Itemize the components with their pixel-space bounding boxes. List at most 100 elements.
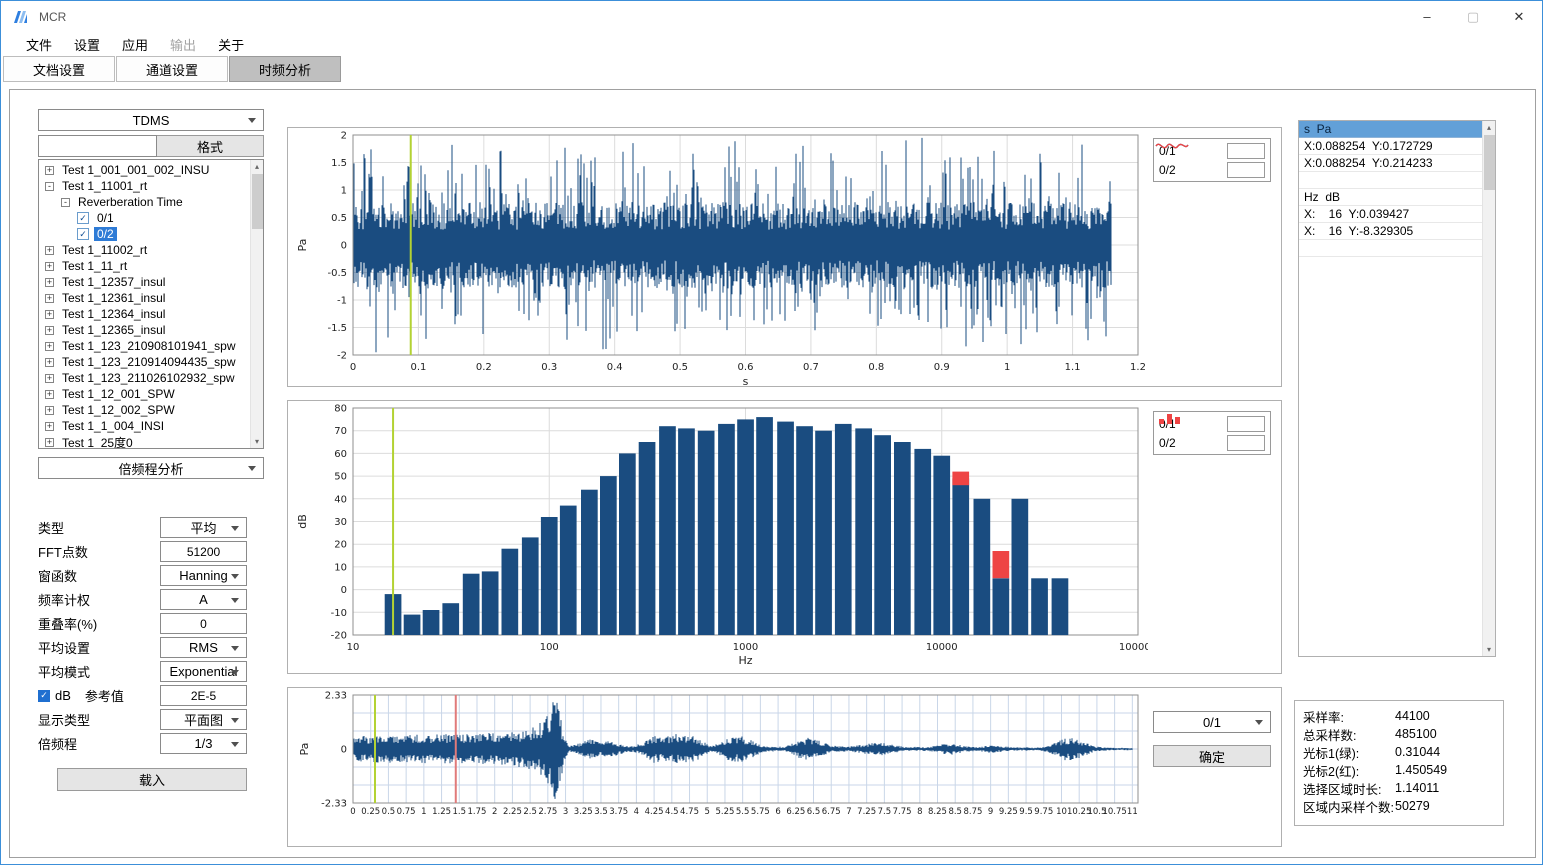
overview-channel-select-value: 0/1 [1203, 715, 1221, 730]
tree-item[interactable]: +Test 1_123_211026102932_spw [39, 370, 250, 386]
tree-item[interactable]: +Test 1_12365_insul [39, 322, 250, 338]
spectrum-bar-ch2 [993, 551, 1010, 578]
tree-scrollbar[interactable]: ▴ ▾ [250, 160, 263, 448]
db-checkbox[interactable]: ✓ [38, 690, 50, 702]
spectrum-bar [463, 574, 480, 635]
svg-text:3.5: 3.5 [594, 807, 608, 817]
display-type-select[interactable]: 平面图 [160, 709, 247, 730]
legend-label: 0/2 [1159, 436, 1176, 450]
tree-item[interactable]: +Test 1_25度0 [39, 434, 250, 449]
tree-scrollbar-thumb[interactable] [252, 174, 263, 229]
expand-plus-icon[interactable]: + [45, 406, 54, 415]
filter-input[interactable] [38, 135, 157, 157]
display-type-select-value: 平面图 [184, 710, 223, 729]
menu-item-apply[interactable]: 应用 [111, 33, 159, 56]
expand-plus-icon[interactable]: + [45, 342, 54, 351]
reference-value-input[interactable] [160, 685, 247, 706]
octave-spectrum-chart[interactable]: 1010010001000010000080706050403020100-10… [288, 401, 1148, 671]
tab-document-settings[interactable]: 文档设置 [3, 56, 115, 82]
menu-item-about[interactable]: 关于 [207, 33, 255, 56]
menu-item-settings[interactable]: 设置 [63, 33, 111, 56]
expand-plus-icon[interactable]: + [45, 358, 54, 367]
scroll-up-icon[interactable]: ▴ [251, 160, 263, 173]
overview-waveform-chart[interactable]: 00.250.50.7511.251.51.7522.252.52.7533.2… [288, 688, 1148, 828]
maximize-button[interactable]: ▢ [1450, 1, 1496, 32]
tree-item[interactable]: +Test 1_1_004_INSI [39, 418, 250, 434]
overlap-input[interactable] [160, 613, 247, 634]
format-button[interactable]: 格式 [157, 135, 264, 157]
tree-item[interactable]: +Test 1_11002_rt [39, 242, 250, 258]
overview-channel-select[interactable]: 0/1 [1153, 711, 1271, 733]
cursor-values-header: s Pa [1299, 121, 1482, 138]
tree-item[interactable]: ✓0/1 [39, 210, 250, 226]
info-label: 光标1(绿): [1303, 743, 1395, 762]
tree-item[interactable]: +Test 1_001_001_002_INSU [39, 162, 250, 178]
expand-plus-icon[interactable]: + [45, 166, 54, 175]
collapse-minus-icon[interactable]: - [61, 198, 70, 207]
tree-checkbox[interactable]: ✓ [77, 212, 89, 224]
info-label: 采样率: [1303, 707, 1395, 726]
info-row: 采样率:44100 [1303, 707, 1495, 725]
analysis-type-select[interactable]: 倍频程分析 [38, 457, 264, 479]
window-function-select[interactable]: Hanning [160, 565, 247, 586]
svg-text:10.75: 10.75 [1102, 807, 1126, 817]
scroll-down-icon[interactable]: ▾ [251, 435, 263, 448]
confirm-button[interactable]: 确定 [1153, 745, 1271, 767]
frequency-weighting-label: 频率计权 [38, 590, 90, 609]
svg-text:Pa: Pa [298, 743, 311, 756]
expand-plus-icon[interactable]: + [45, 246, 54, 255]
tree-checkbox[interactable]: ✓ [77, 228, 89, 240]
menu-bar: 文件设置应用输出关于 [1, 33, 1542, 56]
tree-item[interactable]: ✓0/2 [39, 226, 250, 242]
tree-item[interactable]: +Test 1_12364_insul [39, 306, 250, 322]
expand-plus-icon[interactable]: + [45, 294, 54, 303]
info-value: 1.14011 [1395, 781, 1439, 795]
close-button[interactable]: ✕ [1496, 1, 1542, 32]
average-setting-select[interactable]: RMS [160, 637, 247, 658]
info-label: 总采样数: [1303, 725, 1395, 744]
tree-item[interactable]: +Test 1_123_210914094435_spw [39, 354, 250, 370]
expand-plus-icon[interactable]: + [45, 278, 54, 287]
svg-text:0.9: 0.9 [934, 362, 950, 373]
cursor-scrollbar-thumb[interactable] [1484, 135, 1495, 190]
cursor-panel-scrollbar[interactable]: ▴ ▾ [1482, 121, 1495, 656]
expand-plus-icon[interactable]: + [45, 326, 54, 335]
tree-item[interactable]: +Test 1_12361_insul [39, 290, 250, 306]
expand-plus-icon[interactable]: + [45, 438, 54, 447]
tree-item[interactable]: +Test 1_12357_insul [39, 274, 250, 290]
tree-item[interactable]: -Test 1_11001_rt [39, 178, 250, 194]
expand-plus-icon[interactable]: + [45, 422, 54, 431]
load-button[interactable]: 载入 [57, 768, 247, 791]
file-format-select[interactable]: TDMS [38, 109, 264, 131]
tree-item[interactable]: +Test 1_12_002_SPW [39, 402, 250, 418]
time-waveform-chart[interactable]: 00.10.20.30.40.50.60.70.80.911.11.221.51… [288, 128, 1148, 386]
info-row: 光标2(红):1.450549 [1303, 761, 1495, 779]
tree-item[interactable]: +Test 1_11_rt [39, 258, 250, 274]
type-select[interactable]: 平均 [160, 517, 247, 538]
tab-time-frequency-analysis[interactable]: 时频分析 [229, 56, 341, 82]
expand-plus-icon[interactable]: + [45, 374, 54, 383]
frequency-weighting-select[interactable]: A [160, 589, 247, 610]
svg-text:0.2: 0.2 [476, 362, 492, 373]
legend-item[interactable]: 0/2 [1159, 433, 1265, 452]
svg-text:80: 80 [334, 404, 347, 415]
scroll-up-icon[interactable]: ▴ [1483, 121, 1495, 134]
window-title: MCR [39, 10, 66, 24]
fft-points-input[interactable] [160, 541, 247, 562]
svg-text:2: 2 [341, 131, 347, 142]
tab-channel-settings[interactable]: 通道设置 [116, 56, 228, 82]
legend-item[interactable]: 0/2 [1159, 160, 1265, 179]
octave-select[interactable]: 1/3 [160, 733, 247, 754]
expand-plus-icon[interactable]: + [45, 262, 54, 271]
minimize-button[interactable]: – [1404, 1, 1450, 32]
expand-plus-icon[interactable]: + [45, 390, 54, 399]
collapse-minus-icon[interactable]: - [45, 182, 54, 191]
average-mode-select[interactable]: Exponential [160, 661, 247, 682]
scroll-down-icon[interactable]: ▾ [1483, 643, 1495, 656]
menu-item-file[interactable]: 文件 [15, 33, 63, 56]
tree-item[interactable]: +Test 1_123_210908101941_spw [39, 338, 250, 354]
expand-plus-icon[interactable]: + [45, 310, 54, 319]
tree-item[interactable]: -Reverberation Time [39, 194, 250, 210]
overlap-label: 重叠率(%) [38, 614, 97, 633]
tree-item[interactable]: +Test 1_12_001_SPW [39, 386, 250, 402]
